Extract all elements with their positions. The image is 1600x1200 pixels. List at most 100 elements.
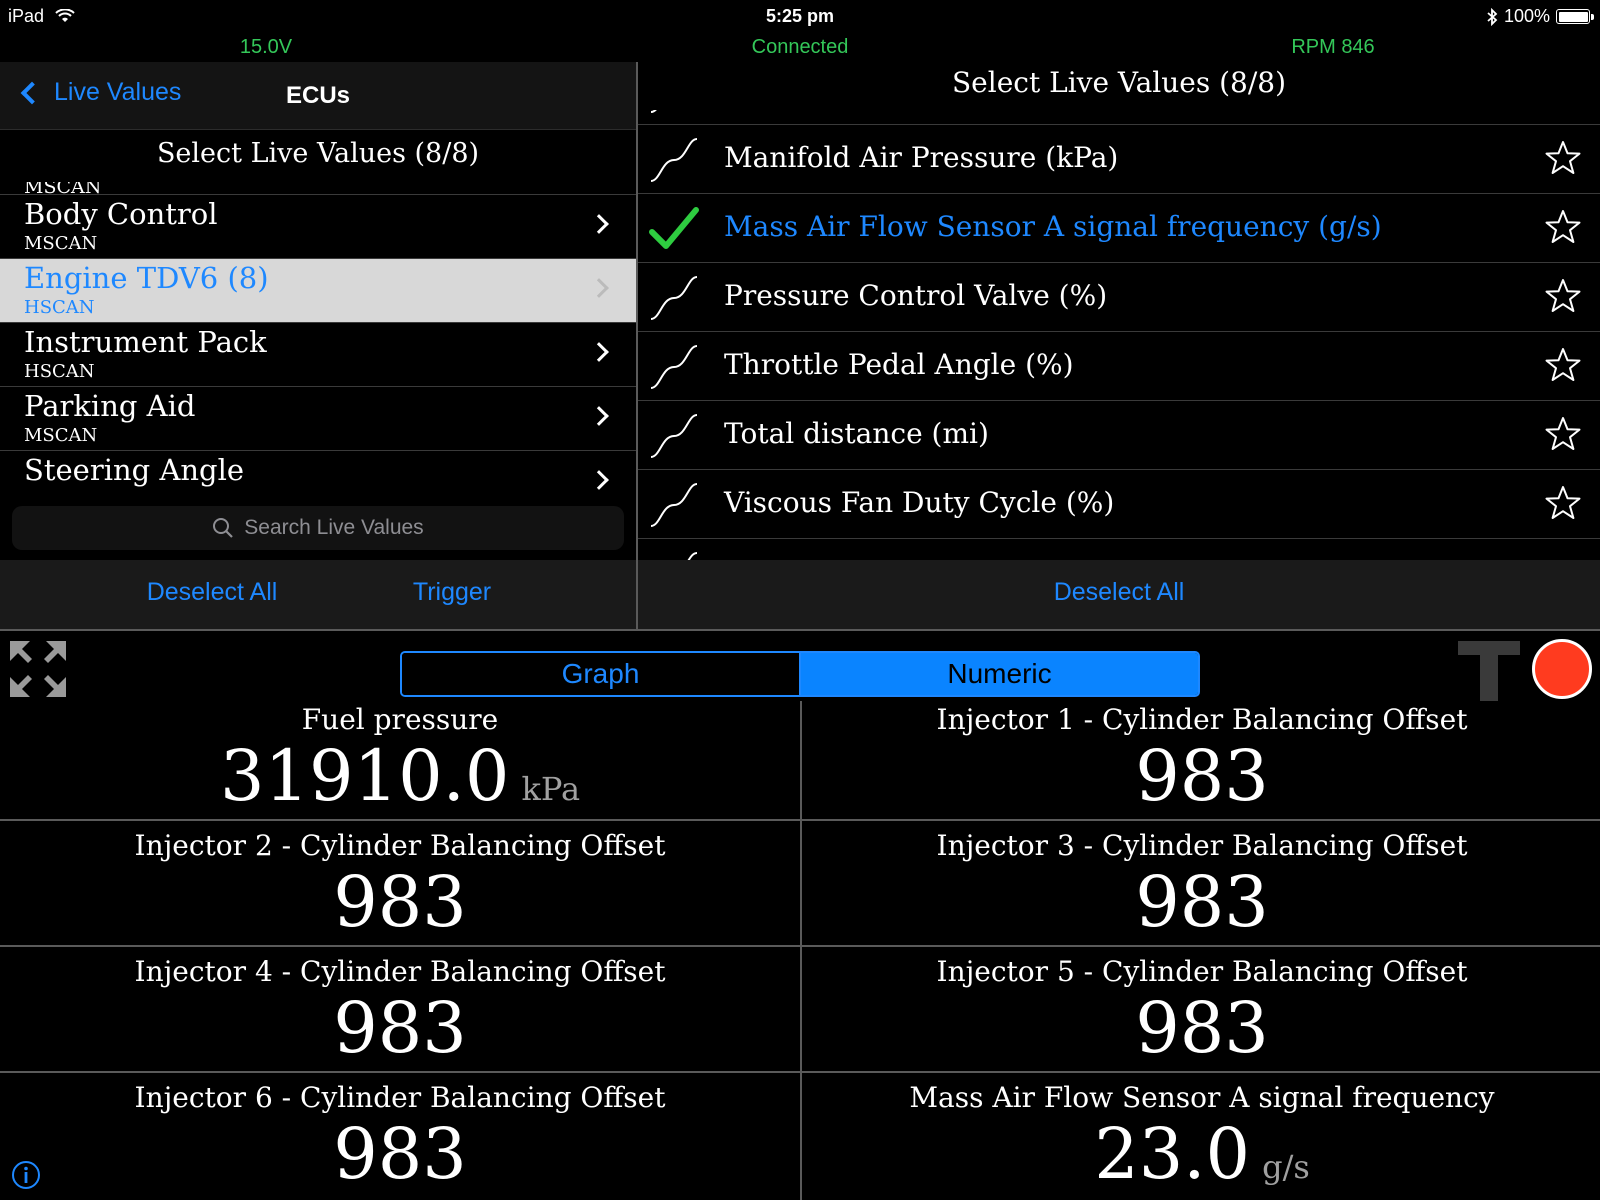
ecu-list[interactable]: MSCAN Body Control MSCAN Engine TDV6 (8)… (0, 182, 636, 554)
live-value-label: Total distance (mi) (724, 417, 989, 450)
search-input[interactable]: Search Live Values (12, 506, 624, 550)
deselect-all-button[interactable]: Deselect All (147, 578, 278, 607)
reading-title: Injector 2 - Cylinder Balancing Offset (134, 829, 666, 862)
live-value-row[interactable]: Total distance (mi) (638, 400, 1600, 469)
search-icon (213, 518, 234, 538)
reading-value: 23.0 (1094, 1113, 1251, 1195)
reading-title: Injector 3 - Cylinder Balancing Offset (936, 829, 1468, 862)
reading-value-line: 983 (802, 987, 1600, 1069)
reading-cell[interactable]: Injector 4 - Cylinder Balancing Offset 98… (0, 953, 800, 1079)
chevron-right-icon (589, 342, 609, 362)
reading-cell[interactable]: Injector 6 - Cylinder Balancing Offset 98… (0, 1079, 800, 1200)
status-right: 100% (1486, 6, 1594, 27)
tab-numeric[interactable]: Numeric (801, 653, 1198, 695)
sine-wave-icon (648, 137, 700, 183)
ecu-name: Engine TDV6 (8) (24, 261, 269, 295)
battery-level (1558, 11, 1588, 22)
ecu-bus: MSCAN (24, 425, 98, 446)
voltage-readout: 15.0V (239, 36, 293, 58)
reading-title: Injector 4 - Cylinder Balancing Offset (134, 955, 666, 988)
live-value-row[interactable]: Throttle Pedal Angle (%) (638, 331, 1600, 400)
ecu-row-instrument-pack[interactable]: Instrument Pack HSCAN (0, 322, 636, 386)
star-icon[interactable] (1544, 346, 1582, 384)
live-values-panel: Select Live Values (8/8) Manifold Air Pr… (638, 62, 1600, 629)
live-value-row[interactable]: Pressure Control Valve (%) (638, 262, 1600, 331)
ecu-panel: Live Values ECUs Select Live Values (8/8… (0, 62, 636, 629)
live-value-label: Viscous Fan Duty Cycle (%) (724, 486, 1115, 519)
sine-wave-icon (648, 344, 700, 390)
reading-cell[interactable]: Injector 3 - Cylinder Balancing Offset 98… (802, 827, 1600, 953)
ecu-footer: Deselect All Trigger (0, 560, 636, 629)
star-icon[interactable] (1544, 277, 1582, 315)
live-value-row[interactable]: Mass Air Flow Sensor A signal frequency … (638, 193, 1600, 262)
bluetooth-icon (1487, 7, 1498, 26)
reading-title: Injector 5 - Cylinder Balancing Offset (936, 955, 1468, 988)
grid-divider-vertical (800, 701, 802, 1200)
reading-title: Injector 6 - Cylinder Balancing Offset (134, 1081, 666, 1114)
tab-graph[interactable]: Graph (402, 653, 801, 695)
live-value-row[interactable]: Manifold Air Pressure (kPa) (638, 124, 1600, 193)
ecu-bus: HSCAN (24, 361, 95, 382)
sine-wave-icon (648, 275, 700, 321)
reading-value: 983 (333, 1113, 467, 1195)
star-icon[interactable] (1544, 139, 1582, 177)
star-icon[interactable] (1544, 415, 1582, 453)
ecu-row-parking-aid[interactable]: Parking Aid MSCAN (0, 386, 636, 450)
ecu-row-body-control[interactable]: Body Control MSCAN (0, 194, 636, 258)
reading-cell[interactable]: Injector 5 - Cylinder Balancing Offset 98… (802, 953, 1600, 1079)
ecu-name: Parking Aid (24, 389, 196, 423)
trigger-button[interactable]: Trigger (413, 578, 491, 607)
grid-divider (0, 819, 1600, 821)
reading-value-line: 983 (0, 987, 800, 1069)
reading-cell[interactable]: Injector 2 - Cylinder Balancing Offset 98… (0, 827, 800, 953)
chevron-right-icon (589, 470, 609, 490)
deselect-all-values-button[interactable]: Deselect All (1054, 578, 1185, 607)
reading-cell[interactable]: Fuel pressure 31910.0 kPa (0, 701, 800, 827)
battery-icon (1556, 9, 1594, 24)
ecu-bus: HSCAN (24, 297, 95, 318)
section-header: Select Live Values (8/8) (0, 130, 636, 188)
ecu-name: Body Control (24, 197, 218, 231)
info-icon[interactable] (10, 1159, 42, 1191)
readings-area: Graph Numeric Fuel pressure 31910.0 kPa Inj… (0, 631, 1600, 1200)
reading-value: 983 (333, 861, 467, 943)
chevron-right-icon (589, 278, 609, 298)
live-values-list[interactable]: Manifold Air Pressure (kPa) Mass Air Flow… (638, 110, 1600, 560)
ecu-row-steering-angle[interactable]: Steering Angle (0, 450, 636, 514)
trigger-t-icon[interactable] (1458, 639, 1520, 703)
chevron-right-icon (589, 214, 609, 234)
page-title: ECUs (0, 82, 636, 110)
battery-percent: 100% (1503, 6, 1550, 26)
reading-value: 983 (1135, 987, 1269, 1069)
live-value-row[interactable]: Viscous Fan Duty Cycle (%) (638, 469, 1600, 538)
view-mode-segmented-control: Graph Numeric (400, 651, 1200, 697)
sine-wave-icon (648, 110, 700, 114)
reading-value: 31910.0 (219, 735, 510, 817)
vehicle-info-bar: 15.0V Connected RPM 846 (0, 32, 1600, 62)
ecu-row-engine-tdv6[interactable]: Engine TDV6 (8) HSCAN (0, 258, 636, 322)
star-icon[interactable] (1544, 208, 1582, 246)
reading-value: 983 (1135, 861, 1269, 943)
star-icon[interactable] (1544, 484, 1582, 522)
reading-cell[interactable]: Injector 1 - Cylinder Balancing Offset 98… (802, 701, 1600, 827)
reading-cell[interactable]: Mass Air Flow Sensor A signal frequency 2… (802, 1079, 1600, 1200)
record-button[interactable] (1532, 639, 1592, 699)
reading-value: 983 (333, 987, 467, 1069)
expand-icon[interactable] (6, 637, 70, 701)
reading-unit: g/s (1262, 1148, 1310, 1186)
clock: 5:25 pm (765, 6, 835, 26)
reading-unit: kPa (521, 770, 581, 808)
reading-title: Mass Air Flow Sensor A signal frequency (909, 1081, 1495, 1114)
sine-wave-icon (648, 413, 700, 459)
reading-value-line: 983 (0, 1113, 800, 1195)
live-values-title: Select Live Values (8/8) (951, 66, 1287, 99)
reading-value-line: 983 (802, 735, 1600, 817)
live-value-label: Manifold Air Pressure (kPa) (724, 141, 1119, 174)
ecu-name: Steering Angle (24, 453, 245, 487)
live-value-label: Pressure Control Valve (%) (724, 279, 1108, 312)
live-values-footer: Deselect All (638, 560, 1600, 629)
ecu-name: Instrument Pack (24, 325, 267, 359)
checkmark-icon (648, 206, 700, 252)
page-title-text: ECUs (285, 82, 351, 109)
live-value-row-clipped (638, 538, 1600, 560)
